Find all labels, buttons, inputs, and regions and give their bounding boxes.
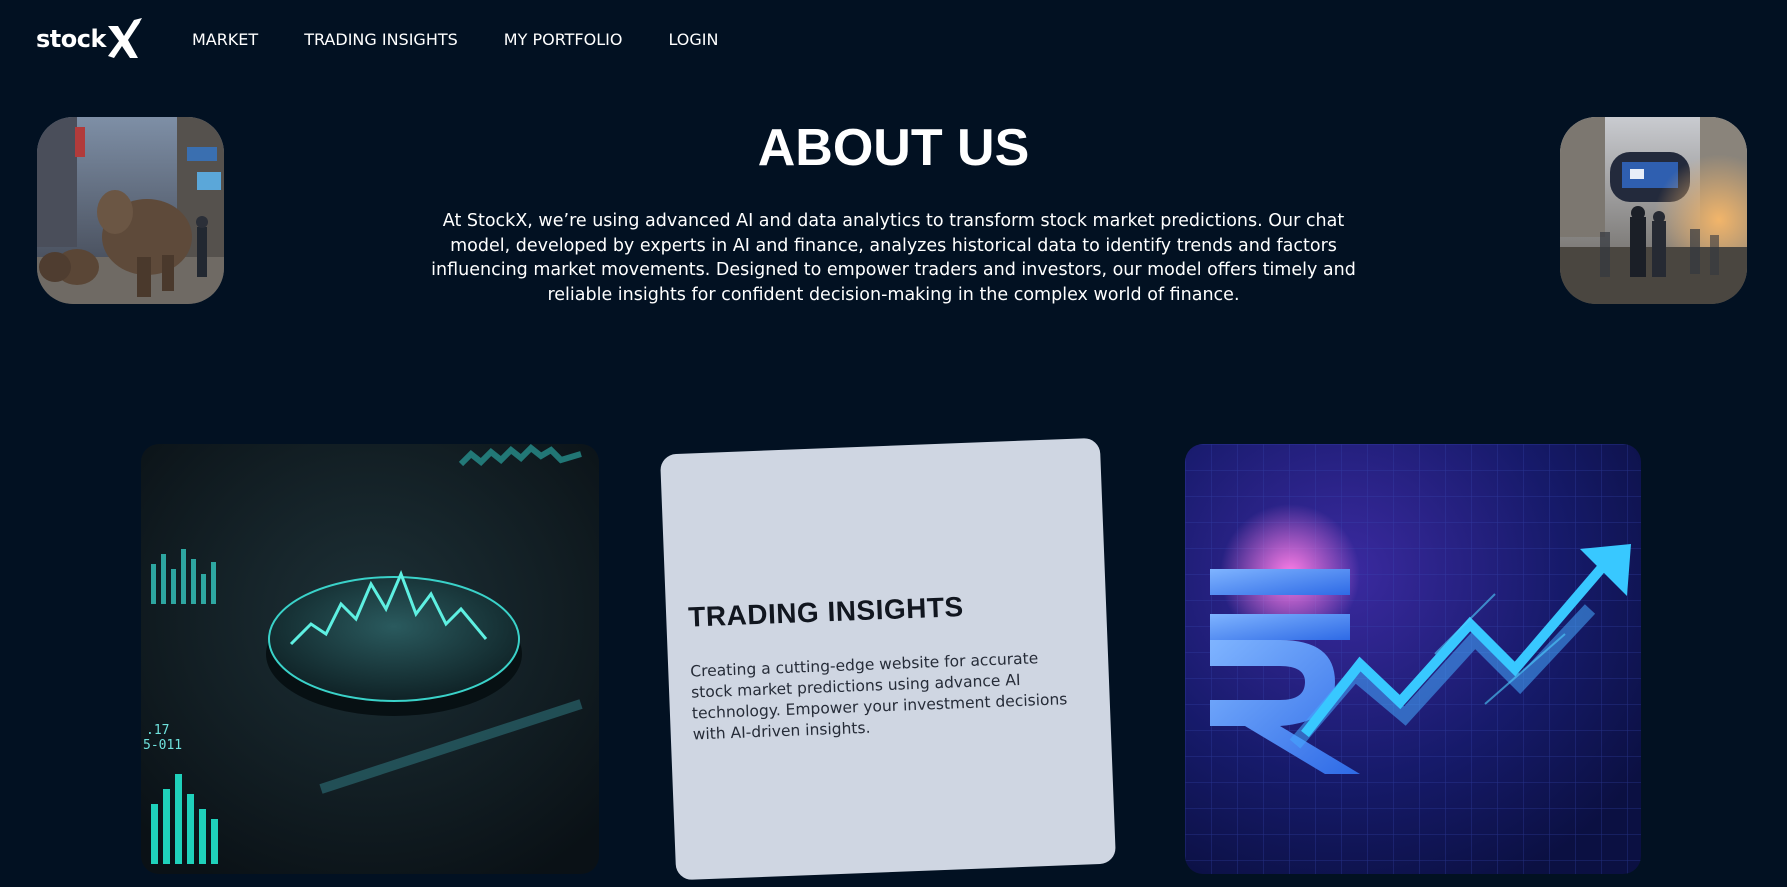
- card-title: TRADING INSIGHTS: [687, 591, 965, 633]
- nav-login[interactable]: LOGIN: [668, 30, 718, 49]
- logo-wordmark: stock: [36, 25, 106, 53]
- logo-x-mark: [104, 16, 144, 62]
- nav-market[interactable]: MARKET: [192, 30, 258, 49]
- card-text: Creating a cutting-edge website for accu…: [689, 649, 1068, 744]
- about-description: At StockX, we’re using advanced AI and d…: [431, 211, 1356, 305]
- market-data-image-card: .17 5-011: [141, 444, 599, 874]
- svg-text:5-011: 5-011: [143, 738, 182, 753]
- trading-insights-card[interactable]: TRADING INSIGHTS Creating a cutting-edge…: [659, 437, 1117, 881]
- nav-my-portfolio[interactable]: MY PORTFOLIO: [504, 30, 623, 49]
- about-title: ABOUT US: [757, 119, 1030, 177]
- stockx-logo[interactable]: stock: [36, 16, 144, 62]
- rupee-growth-image-card: [1185, 444, 1641, 874]
- nav-trading-insights[interactable]: TRADING INSIGHTS: [304, 30, 458, 49]
- nav-links: MARKET TRADING INSIGHTS MY PORTFOLIO LOG…: [192, 30, 719, 49]
- svg-text:.17: .17: [146, 723, 169, 738]
- top-nav: stock MARKET TRADING INSIGHTS MY PORTFOL…: [36, 14, 718, 64]
